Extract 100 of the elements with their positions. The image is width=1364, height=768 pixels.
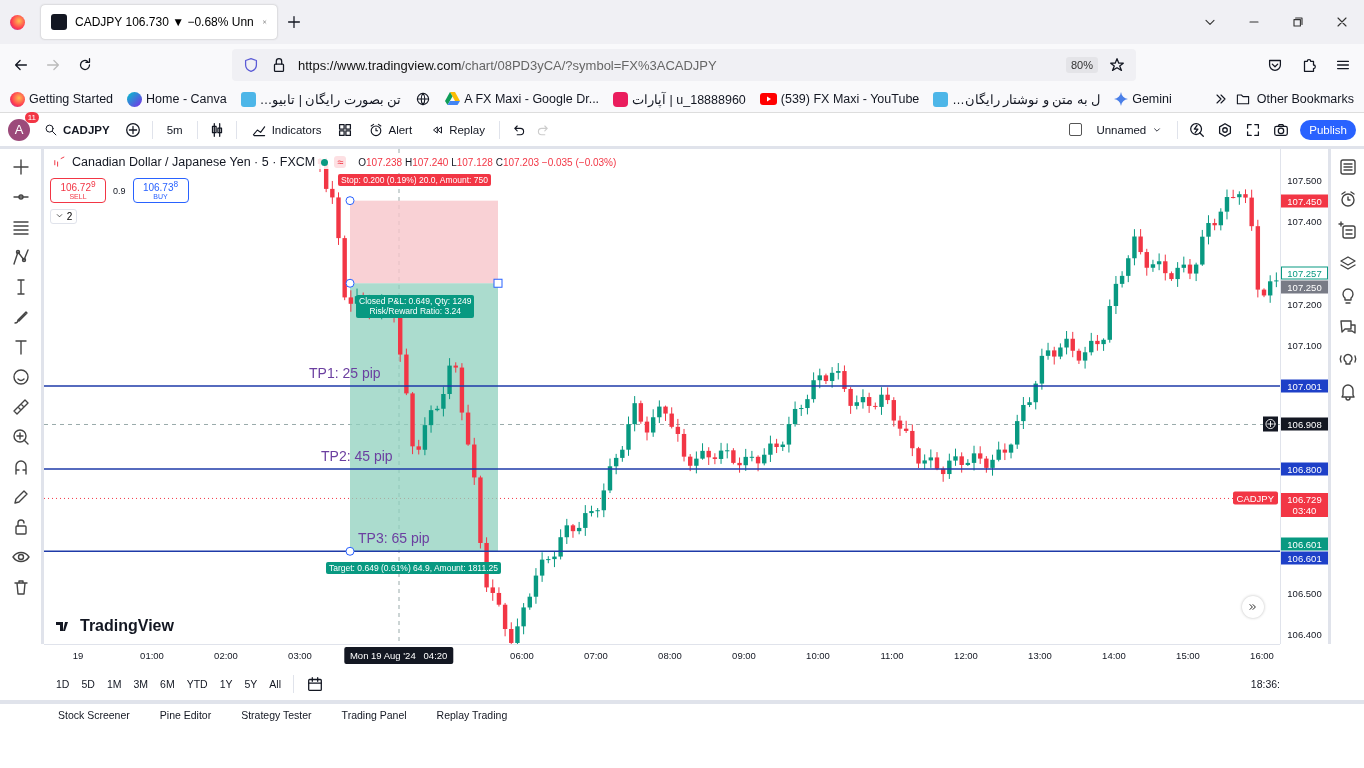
bookmark[interactable]: Other Bookmarks	[1256, 92, 1354, 106]
price-tag: 106.601	[1281, 537, 1328, 551]
range-button[interactable]: 6M	[160, 677, 175, 690]
handle[interactable]	[493, 278, 503, 288]
panel-tab[interactable]: Trading Panel	[341, 709, 407, 721]
symbol-tag: CADJPY	[1232, 491, 1278, 505]
bookmark[interactable]: A FX Maxi - Google Dr...	[464, 92, 600, 106]
time-label: 01:00	[140, 650, 164, 661]
folder-icon	[1234, 91, 1251, 107]
bookmark[interactable]: …ل به متن و نوشتار رایگان	[952, 91, 1101, 107]
time-label: 10:00	[806, 650, 830, 661]
panel-tab[interactable]: Stock Screener	[58, 709, 130, 721]
ohlc-values: O107.238 H107.240 L107.128 C107.203 −0.035 (−0.03%)	[358, 156, 617, 168]
add-list-icon[interactable]	[1337, 221, 1358, 241]
quick-search-icon[interactable]	[1188, 120, 1207, 139]
calendar-icon[interactable]	[306, 674, 324, 693]
stop-label: Stop: 0.200 (0.19%) 20.0, Amount: 750	[338, 173, 491, 186]
pitchfork-icon[interactable]	[10, 247, 31, 267]
time-label: 13:00	[1028, 650, 1052, 661]
price-label: 107.100	[1286, 339, 1323, 351]
add-icon[interactable]	[1264, 418, 1277, 431]
price-tag: 106.601	[1281, 551, 1328, 565]
time-label: 09:00	[732, 650, 756, 661]
tile-icon	[933, 91, 949, 107]
plus-icon[interactable]	[285, 13, 303, 31]
time-label: 06:00	[510, 650, 534, 661]
range-button[interactable]: 3M	[133, 677, 149, 690]
bookmark[interactable]: …تن بصورت رایگان | تابیو	[259, 91, 402, 107]
collapse-button[interactable]: 2	[50, 209, 78, 224]
checkbox[interactable]	[1069, 123, 1083, 136]
bookmark[interactable]: Home - Canva	[146, 92, 227, 106]
time-label: 02:00	[214, 650, 238, 661]
time-label: 07:00	[584, 650, 608, 661]
time-label: 16:00	[1250, 650, 1274, 661]
level-label: TP3: 65 pip	[358, 530, 430, 547]
panel-tab[interactable]: Replay Trading	[436, 709, 508, 721]
range-button[interactable]: 5Y	[244, 677, 258, 690]
bookmark[interactable]: Getting Started	[29, 92, 114, 106]
time-label: 19	[72, 650, 84, 661]
status-dot	[321, 158, 329, 166]
data-badge: ≈	[334, 156, 347, 168]
chevrons-right-icon	[1247, 601, 1259, 613]
price-tag: 107.450	[1281, 194, 1328, 208]
publish-button[interactable]: Publish	[1300, 119, 1356, 140]
browser-tab[interactable]: CADJPY 106.730 ▼ −0.68% Unn	[41, 5, 277, 39]
indicators-button[interactable]: Indicators	[246, 119, 326, 140]
range-button[interactable]: 1M	[106, 677, 122, 690]
time-label: 03:00	[288, 650, 312, 661]
handle[interactable]	[345, 278, 355, 288]
panel-tab[interactable]: Pine Editor	[159, 709, 212, 721]
alert-button[interactable]: Alert	[363, 119, 417, 140]
price-label: 107.500	[1286, 174, 1323, 186]
chevron-down-icon	[55, 211, 64, 220]
symbol-title: Canadian Dollar / Japanese Yen · 5 · FXCM	[72, 155, 316, 169]
canva-icon	[127, 91, 143, 107]
range-button[interactable]: 1Y	[219, 677, 233, 690]
zoom-level[interactable]: 80%	[1065, 57, 1098, 73]
price-tag: 107.001	[1281, 379, 1328, 393]
replay-button[interactable]: Replay	[426, 120, 489, 139]
add-icon[interactable]	[123, 120, 142, 139]
time-label: 11:00	[880, 650, 904, 661]
panel-tab[interactable]: Strategy Tester	[241, 709, 312, 721]
range-button[interactable]: 1D	[56, 677, 70, 690]
handle[interactable]	[345, 196, 355, 206]
globe-icon	[415, 91, 432, 107]
layout-button[interactable]: Unnamed	[1092, 121, 1168, 138]
price-tag: 106.800	[1281, 462, 1328, 476]
restore-icon[interactable]	[1290, 14, 1306, 30]
spread-value: 0.9	[113, 185, 126, 196]
time-label: 14:00	[1102, 650, 1126, 661]
address-bar[interactable]: https://www.tradingview.com/chart/08PD3yCA/?symbol=FX%3ACADJPY 80%	[232, 49, 1136, 81]
handle[interactable]	[345, 546, 355, 556]
bookmark[interactable]: آپارات | u_18888960	[632, 91, 746, 107]
watchlist-icon[interactable]	[1337, 157, 1358, 177]
price-label: 106.400	[1286, 628, 1323, 640]
crosshair-icon[interactable]	[10, 157, 31, 177]
firefox-icon	[10, 91, 25, 107]
range-button[interactable]: 5D	[81, 677, 95, 690]
bookmark[interactable]: (539) FX Maxi - YouTube	[780, 92, 920, 106]
range-button[interactable]: All	[269, 677, 281, 690]
chat-icon[interactable]	[1337, 317, 1358, 337]
notification-badge: 11	[24, 111, 39, 123]
zoom-in-icon[interactable]	[10, 427, 31, 447]
logo-icon	[52, 155, 66, 169]
star-icon[interactable]	[1108, 56, 1126, 74]
smiley-icon[interactable]	[10, 367, 31, 387]
level-line[interactable]	[44, 550, 1280, 553]
last-price-tag: 106.729 03:40	[1281, 493, 1328, 518]
interval-button[interactable]: 5m	[162, 121, 187, 138]
crosshair-price: 106.908	[1281, 418, 1328, 431]
symbol-search[interactable]: CADJPY	[40, 120, 114, 139]
range-button[interactable]: YTD	[186, 677, 208, 690]
time-label: 12:00	[954, 650, 978, 661]
price-tag: 107.250	[1281, 280, 1328, 294]
search-icon	[44, 122, 58, 137]
time-label: 08:00	[658, 650, 682, 661]
clock: 18:36:	[1250, 677, 1280, 690]
firefox-icon[interactable]	[10, 14, 25, 30]
bookmark[interactable]: Gemini	[1132, 92, 1172, 106]
play-icon	[759, 93, 777, 105]
